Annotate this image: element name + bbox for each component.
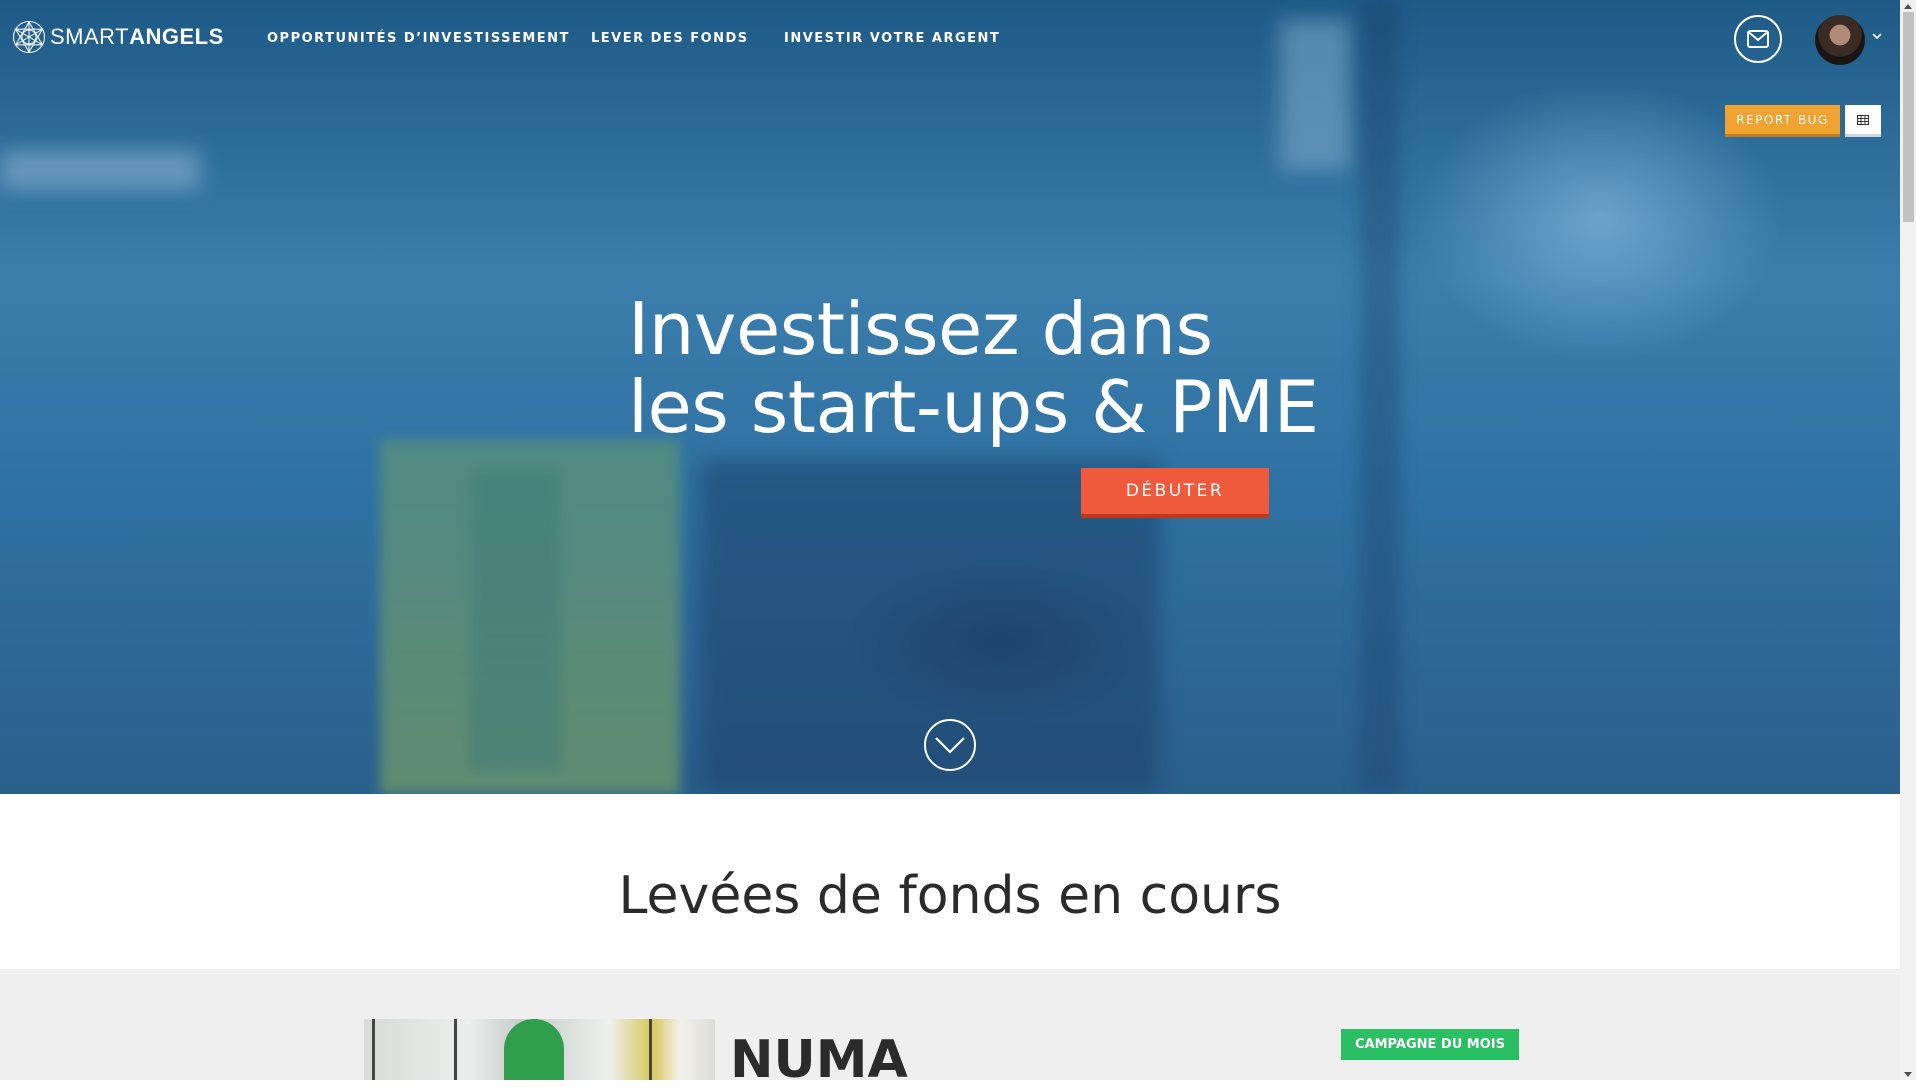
hero-background-blur: [1280, 20, 1350, 170]
hero-title-line-1: Investissez dans: [628, 287, 1213, 371]
campaign-section: [0, 969, 1900, 1080]
nav-item-invest-money[interactable]: INVESTIR VOTRE ARGENT: [784, 31, 1000, 46]
campaign-name[interactable]: NUMA: [730, 1030, 908, 1090]
scroll-down-arrow-icon[interactable]: [1903, 1069, 1913, 1079]
avatar[interactable]: [1815, 15, 1865, 65]
start-button[interactable]: DÉBUTER: [1081, 468, 1269, 518]
scroll-down-button[interactable]: [924, 719, 976, 771]
section-title: Levées de fonds en cours: [618, 866, 1282, 926]
brand-name-bold: ANGELS: [129, 24, 224, 49]
nav-item-raise-funds[interactable]: LEVER DES FONDS: [591, 31, 749, 46]
scroll-up-arrow-icon[interactable]: [1903, 1, 1913, 11]
chevron-down-icon[interactable]: [1872, 32, 1882, 40]
image-detail: [372, 1019, 375, 1080]
image-detail: [454, 1019, 457, 1080]
sacred-geometry-logo-icon: [12, 20, 46, 54]
hero-title-line-2: les start-ups & PME: [628, 365, 1319, 449]
brand-name: SMARTANGELS: [50, 24, 224, 50]
brand-name-light: SMART: [50, 24, 130, 49]
scrollbar-thumb[interactable]: [1903, 12, 1914, 222]
grid-icon: [1857, 114, 1869, 125]
hero-background-blur: [1360, 0, 1400, 794]
chevron-down-circle-icon: [935, 737, 965, 754]
envelope-icon: [1747, 30, 1769, 48]
image-detail: [504, 1019, 564, 1080]
messages-button[interactable]: [1734, 15, 1782, 63]
campaign-of-month-badge: CAMPAGNE DU MOIS: [1341, 1029, 1519, 1060]
nav-item-investment-opportunities[interactable]: OPPORTUNITÉS D’INVESTISSEMENT: [267, 31, 570, 46]
hero-background-blur: [470, 470, 560, 770]
report-bug-button[interactable]: REPORT BUG: [1725, 105, 1840, 137]
site-logo[interactable]: SMARTANGELS: [12, 20, 224, 54]
image-detail: [649, 1019, 652, 1080]
hero-title: Investissez dans les start-ups & PME: [628, 290, 1319, 446]
hero-background-blur: [0, 150, 200, 190]
campaign-image[interactable]: [364, 1019, 715, 1080]
grid-toggle-button[interactable]: [1845, 105, 1881, 137]
